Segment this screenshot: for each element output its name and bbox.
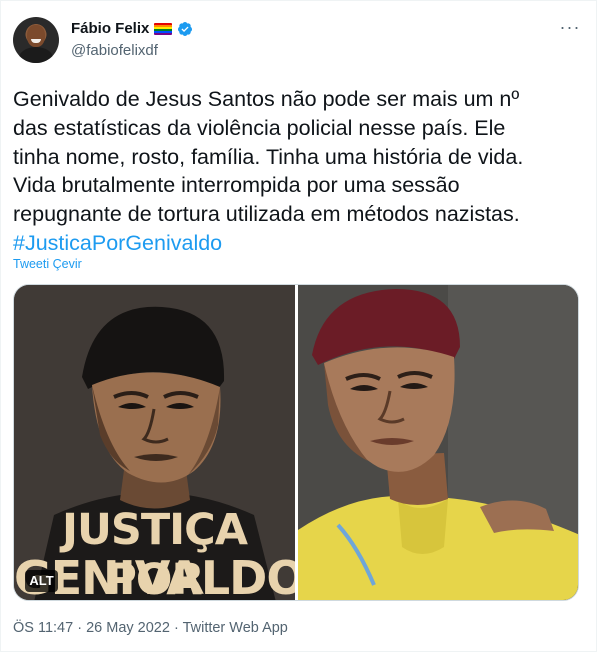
tweet-time[interactable]: ÖS 11:47: [13, 620, 73, 636]
hashtag-link[interactable]: #JusticaPorGenivaldo: [13, 229, 588, 258]
author-name-row: Fábio Felix: [71, 20, 193, 37]
avatar[interactable]: [13, 17, 59, 63]
tweet-meta: ÖS 11:47 · 26 May 2022 · Twitter Web App: [13, 620, 288, 636]
tweet-text: Genivaldo de Jesus Santos não pode ser m…: [13, 85, 588, 258]
tweet-card: Fábio Felix @fabiofelixdf ··· Genivaldo …: [0, 0, 597, 652]
tweet-source[interactable]: Twitter Web App: [183, 620, 288, 636]
tweet-text-line: repugnante de tortura utilizada em métod…: [13, 202, 520, 227]
tweet-text-line: das estatísticas da violência policial n…: [13, 115, 506, 140]
meta-separator: ·: [73, 620, 87, 636]
tweet-date[interactable]: 26 May 2022: [86, 620, 170, 636]
translate-tweet-link[interactable]: Tweeti Çevir: [13, 257, 82, 271]
author-handle[interactable]: @fabiofelixdf: [71, 42, 158, 59]
media-image-photo[interactable]: [298, 285, 578, 600]
photo-illustration: [298, 285, 578, 600]
more-options-icon[interactable]: ···: [558, 18, 582, 39]
meta-separator: ·: [169, 620, 183, 636]
media-grid: JUSTIÇA POR GENIVALDO: [13, 284, 579, 601]
alt-text-badge[interactable]: ALT: [25, 570, 58, 592]
tweet-text-line: Vida brutalmente interrompida por uma se…: [13, 173, 460, 198]
tweet-text-line: Genivaldo de Jesus Santos não pode ser m…: [13, 87, 520, 111]
verified-badge-icon: [178, 21, 193, 36]
rainbow-flag-icon: [154, 22, 173, 35]
media-image-poster[interactable]: JUSTIÇA POR GENIVALDO: [14, 285, 295, 600]
author-display-name[interactable]: Fábio Felix: [71, 20, 149, 37]
tweet-text-line: tinha nome, rosto, família. Tinha uma hi…: [13, 144, 524, 169]
